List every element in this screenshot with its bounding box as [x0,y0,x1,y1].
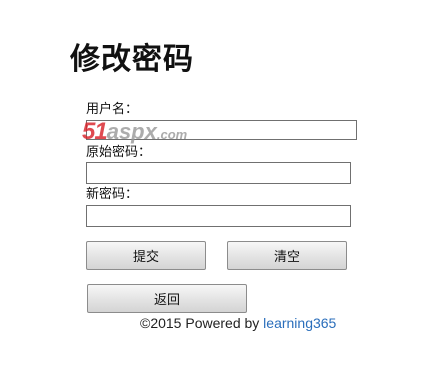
old-password-label: 原始密码： [86,145,152,160]
clear-button[interactable]: 清空 [227,241,347,270]
back-button[interactable]: 返回 [87,284,247,313]
old-password-input[interactable] [86,162,351,184]
new-password-input[interactable] [86,205,351,227]
submit-button[interactable]: 提交 [86,241,206,270]
footer-copyright: ©2015 Powered by [140,315,264,331]
username-label: 用户名： [86,102,139,117]
page-title: 修改密码 [70,42,194,77]
footer: ©2015 Powered by learning365 [140,314,336,332]
username-input[interactable] [86,120,357,140]
footer-link[interactable]: learning365 [263,315,336,331]
new-password-label: 新密码： [86,187,139,202]
